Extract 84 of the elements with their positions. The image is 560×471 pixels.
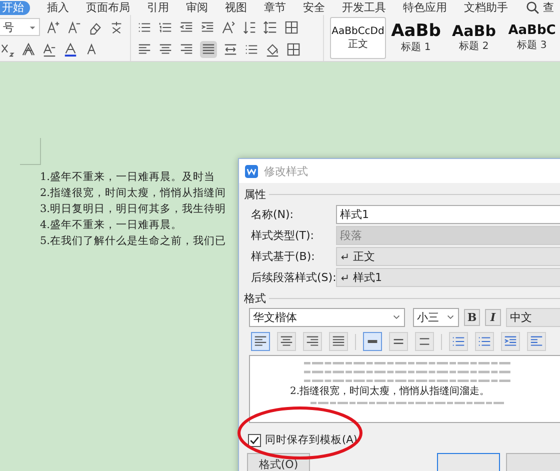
bold-button[interactable]: B bbox=[464, 309, 480, 326]
search-label[interactable]: 查 bbox=[543, 0, 554, 14]
input-field[interactable]: 样式1 bbox=[336, 205, 560, 224]
align-justify-icon[interactable] bbox=[200, 40, 217, 58]
ribbon-tab[interactable]: 安全 bbox=[303, 0, 325, 14]
group-label: 属性 bbox=[244, 186, 266, 202]
search-icon[interactable] bbox=[525, 0, 540, 15]
text-effect-icon[interactable] bbox=[21, 42, 36, 56]
field-label: 后续段落样式(S): bbox=[251, 270, 336, 285]
indent-right-icon[interactable] bbox=[527, 332, 546, 351]
field-label: 样式类型(T): bbox=[251, 228, 316, 243]
italic-button[interactable]: I bbox=[485, 309, 501, 326]
document-line: 4.盛年不重来，一日难再晨。 bbox=[40, 218, 182, 233]
chevron-down-icon bbox=[29, 24, 36, 30]
field-label: 名称(N): bbox=[251, 207, 295, 222]
border-icon[interactable] bbox=[286, 42, 301, 56]
line-spacing-onehalf-icon[interactable] bbox=[389, 332, 408, 351]
align-right-icon[interactable] bbox=[303, 332, 322, 351]
align-left-icon[interactable] bbox=[137, 42, 152, 56]
ribbon-tab[interactable]: 章节 bbox=[264, 0, 286, 14]
ribbon-tab[interactable]: 引用 bbox=[147, 0, 169, 14]
style-sample: AaBb bbox=[391, 22, 441, 40]
align-center-icon[interactable] bbox=[277, 332, 296, 351]
sort-icon[interactable] bbox=[242, 20, 257, 34]
paint-bucket-icon[interactable] bbox=[265, 42, 280, 56]
ribbon-tab[interactable]: 插入 bbox=[47, 0, 69, 14]
align-distribute-icon[interactable] bbox=[223, 42, 238, 56]
input-field: 段落 bbox=[336, 226, 560, 245]
style-preset[interactable]: AaBbC 标题 3 bbox=[504, 17, 560, 59]
style-preset[interactable]: AaBbCcDd 正文 bbox=[330, 17, 386, 59]
input-field[interactable]: 正文 bbox=[336, 247, 560, 266]
line-spacing-icon[interactable] bbox=[263, 20, 278, 34]
line-spacing-double-icon[interactable] bbox=[415, 332, 434, 351]
dialog-title: 修改样式 bbox=[264, 164, 308, 178]
highlight-icon[interactable] bbox=[42, 42, 57, 56]
ribbon-tab[interactable]: 视图 bbox=[225, 0, 247, 14]
increase-indent-icon[interactable] bbox=[200, 20, 215, 34]
ribbon-tab[interactable]: 页面布局 bbox=[86, 0, 130, 14]
font-color-icon[interactable] bbox=[63, 42, 78, 56]
ribbon-tab[interactable]: 开发工具 bbox=[342, 0, 386, 14]
ribbon-tab[interactable]: 文档助手 bbox=[464, 0, 508, 14]
document-line: 3.明日复明日，明日何其多，我生待明 bbox=[40, 202, 226, 217]
style-sample: AaBbCcDd bbox=[332, 26, 384, 36]
field-label: 样式基于(B): bbox=[251, 249, 316, 264]
style-preset[interactable]: AaBb 标题 1 bbox=[388, 17, 444, 59]
checkbox[interactable] bbox=[248, 434, 261, 446]
change-case-icon[interactable] bbox=[221, 20, 236, 34]
style-name: 正文 bbox=[348, 38, 368, 50]
style-name: 标题 3 bbox=[517, 38, 547, 52]
app-logo-icon bbox=[245, 164, 258, 178]
document-line: 2.指缝很宽，时间太瘦，悄悄从指缝间 bbox=[40, 186, 226, 201]
style-sample: AaBbC bbox=[508, 24, 556, 38]
align-right-icon[interactable] bbox=[179, 42, 194, 56]
preview-text: 2.指缝很宽，时间太瘦，悄悄从指缝间溜走。 bbox=[289, 386, 490, 398]
shrink-font-icon[interactable] bbox=[67, 20, 82, 34]
ribbon-tab[interactable]: 审阅 bbox=[186, 0, 208, 14]
script-dropdown[interactable]: 中文 bbox=[506, 308, 560, 327]
return-icon bbox=[340, 252, 349, 261]
group-label: 格式 bbox=[244, 290, 266, 306]
font-size-field[interactable]: 号 bbox=[0, 18, 40, 36]
document-line: 1.盛年不重来，一日难再晨。及时当 bbox=[40, 170, 216, 185]
table-border-icon[interactable] bbox=[284, 20, 299, 34]
chevron-down-icon bbox=[392, 313, 401, 322]
align-left-icon[interactable] bbox=[251, 332, 270, 351]
style-name: 标题 1 bbox=[401, 40, 431, 54]
chevron-down-icon bbox=[446, 313, 455, 322]
font-dropdown[interactable]: 华文楷体 bbox=[249, 308, 405, 327]
document-line: 5.在我们了解什么是生命之前，我们已 bbox=[40, 234, 226, 249]
style-sample: AaBb bbox=[452, 22, 496, 40]
decrease-indent-icon[interactable] bbox=[179, 20, 194, 34]
size-dropdown[interactable]: 小三 bbox=[413, 308, 459, 327]
subscript-icon[interactable] bbox=[0, 42, 15, 56]
ribbon-tab[interactable]: 特色应用 bbox=[403, 0, 447, 14]
page-corner-mark bbox=[20, 138, 41, 165]
style-preset[interactable]: AaBb 标题 2 bbox=[446, 17, 502, 59]
align-justify-icon[interactable] bbox=[329, 332, 348, 351]
input-field[interactable]: 样式1 bbox=[336, 268, 560, 287]
grow-font-icon[interactable] bbox=[46, 20, 61, 34]
dialog-button[interactable] bbox=[437, 453, 500, 471]
indent-left-icon[interactable] bbox=[501, 332, 520, 351]
return-icon bbox=[340, 273, 349, 282]
align-center-icon[interactable] bbox=[158, 42, 173, 56]
line-spacing-single-icon[interactable] bbox=[363, 332, 382, 351]
style-name: 标题 2 bbox=[459, 40, 489, 54]
